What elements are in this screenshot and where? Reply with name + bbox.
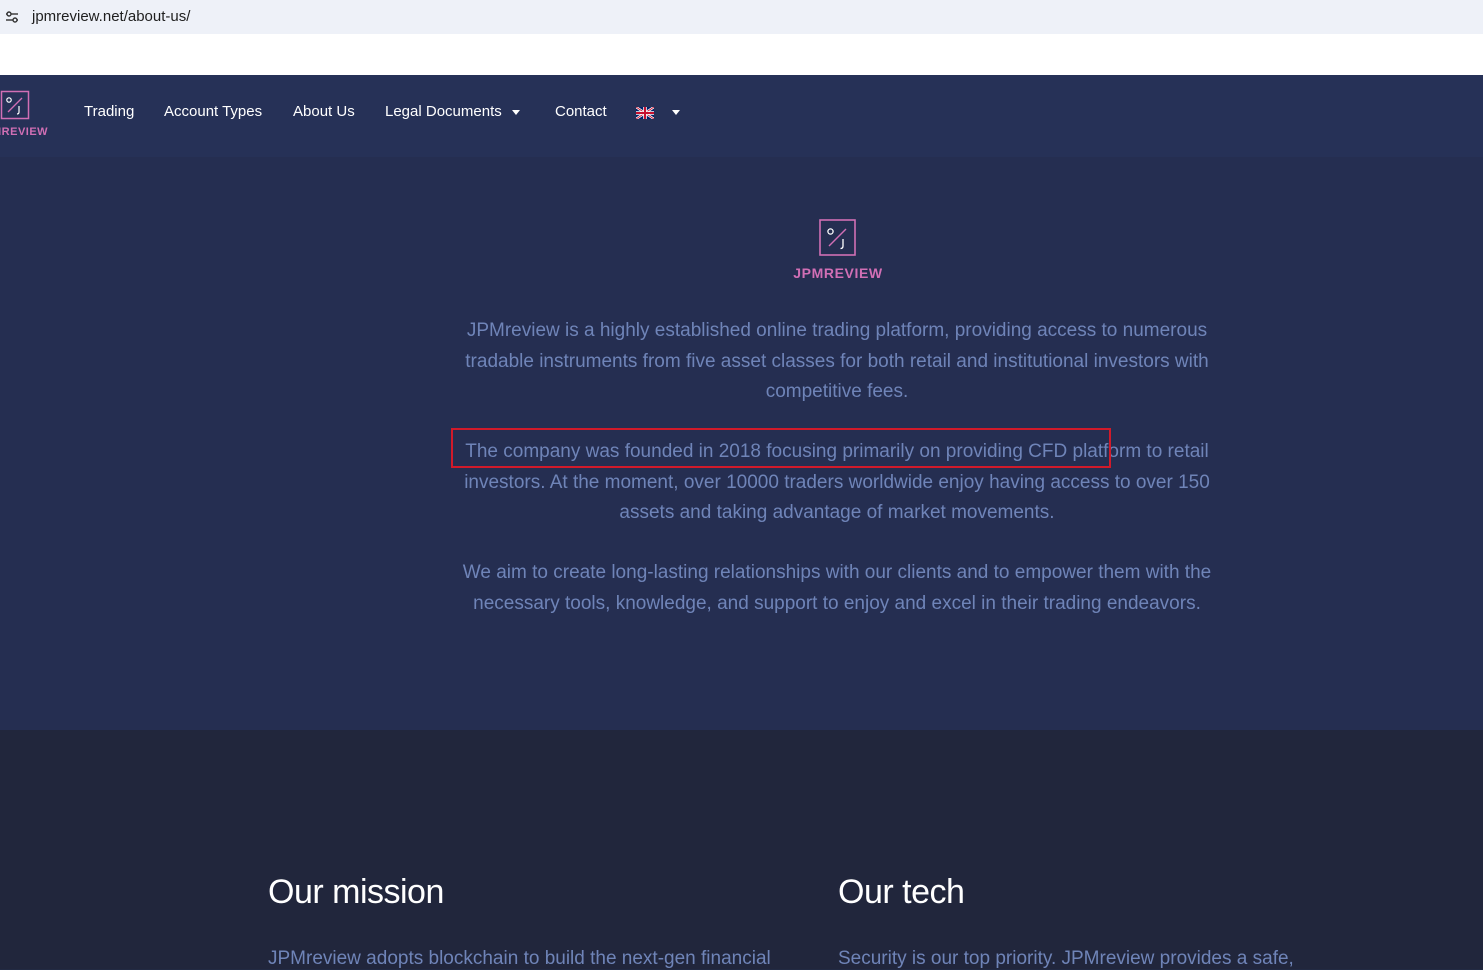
tech-text: Security is our top priority. JPMreview … (838, 948, 1294, 969)
nav-item-account-types[interactable]: Account Types (164, 103, 262, 120)
tech-title: Our tech (838, 873, 965, 911)
nav-item-legal-documents-label: Legal Documents (385, 103, 502, 120)
about-paragraph: JPMreview is a highly established online… (465, 320, 1209, 402)
language-chevron-down-icon[interactable] (672, 110, 680, 115)
nav-item-legal-documents[interactable]: Legal Documents (385, 103, 520, 120)
nav-item-trading[interactable]: Trading (84, 103, 134, 120)
about-logo-text: JPMREVIEW (793, 265, 883, 281)
mission-tech-section: Our mission JPMreview adopts blockchain … (0, 730, 1483, 969)
percent-logo-icon (819, 219, 856, 256)
nav-item-about-us[interactable]: About Us (293, 103, 355, 120)
page-top-strip (0, 34, 1483, 75)
highlight-annotation-box (451, 428, 1111, 468)
browser-address-bar: jpmreview.net/about-us/ (0, 0, 1483, 34)
tune-icon[interactable] (4, 9, 20, 25)
about-section: JPMREVIEW JPMreview is a highly establis… (0, 157, 1483, 730)
percent-logo-icon[interactable] (0, 90, 30, 120)
about-paragraph: We aim to create long-lasting relationsh… (462, 562, 1212, 614)
mission-text: JPMreview adopts blockchain to build the… (268, 948, 771, 969)
url-text[interactable]: jpmreview.net/about-us/ (32, 8, 190, 25)
nav-logo-text[interactable]: MREVIEW (0, 126, 48, 138)
uk-flag-icon[interactable] (636, 107, 654, 119)
chevron-down-icon (511, 109, 520, 115)
nav-item-contact[interactable]: Contact (555, 103, 607, 120)
mission-title: Our mission (268, 873, 444, 911)
site-navbar: MREVIEW Trading Account Types About Us L… (0, 75, 1483, 157)
